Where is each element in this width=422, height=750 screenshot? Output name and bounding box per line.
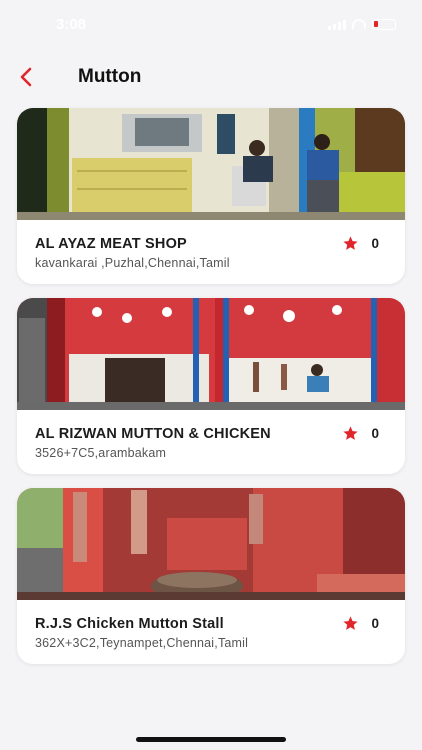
shop-name: AL AYAZ MEAT SHOP [35, 236, 187, 252]
shop-photo [17, 298, 405, 410]
shop-address: 3526+7C5,arambakam [35, 446, 167, 460]
shop-address: kavankarai ,Puzhal,Chennai,Tamil [35, 256, 230, 270]
rating-value: 0 [371, 236, 379, 251]
shop-address: 362X+3C2,Teynampet,Chennai,Tamil [35, 636, 249, 650]
star-icon [343, 616, 359, 630]
shop-rating: 0 [342, 235, 379, 252]
page-title: Mutton [78, 66, 142, 87]
battery-icon [372, 18, 396, 30]
status-bar: 3:08 [0, 0, 422, 48]
shop-photo [17, 488, 405, 600]
status-icons [328, 18, 396, 30]
home-indicator[interactable] [136, 737, 286, 742]
shop-name: R.J.S Chicken Mutton Stall [35, 616, 224, 632]
shop-rating: 0 [342, 615, 379, 632]
chevron-left-icon [20, 67, 32, 87]
rating-value: 0 [371, 616, 379, 631]
header: Mutton [0, 60, 422, 94]
shop-name: AL RIZWAN MUTTON & CHICKEN [35, 426, 271, 442]
shop-list: AL AYAZ MEAT SHOP kavankarai ,Puzhal,Che… [17, 108, 405, 678]
star-icon [343, 236, 359, 250]
shop-rating: 0 [342, 425, 379, 442]
signal-icon [328, 19, 346, 30]
shop-photo [17, 108, 405, 220]
shop-card[interactable]: AL RIZWAN MUTTON & CHICKEN 3526+7C5,aram… [17, 298, 405, 474]
star-icon [343, 426, 359, 440]
back-button[interactable] [14, 64, 38, 90]
wifi-icon [352, 19, 366, 29]
status-time: 3:08 [56, 15, 87, 33]
rating-value: 0 [371, 426, 379, 441]
shop-card[interactable]: R.J.S Chicken Mutton Stall 362X+3C2,Teyn… [17, 488, 405, 664]
shop-card[interactable]: AL AYAZ MEAT SHOP kavankarai ,Puzhal,Che… [17, 108, 405, 284]
